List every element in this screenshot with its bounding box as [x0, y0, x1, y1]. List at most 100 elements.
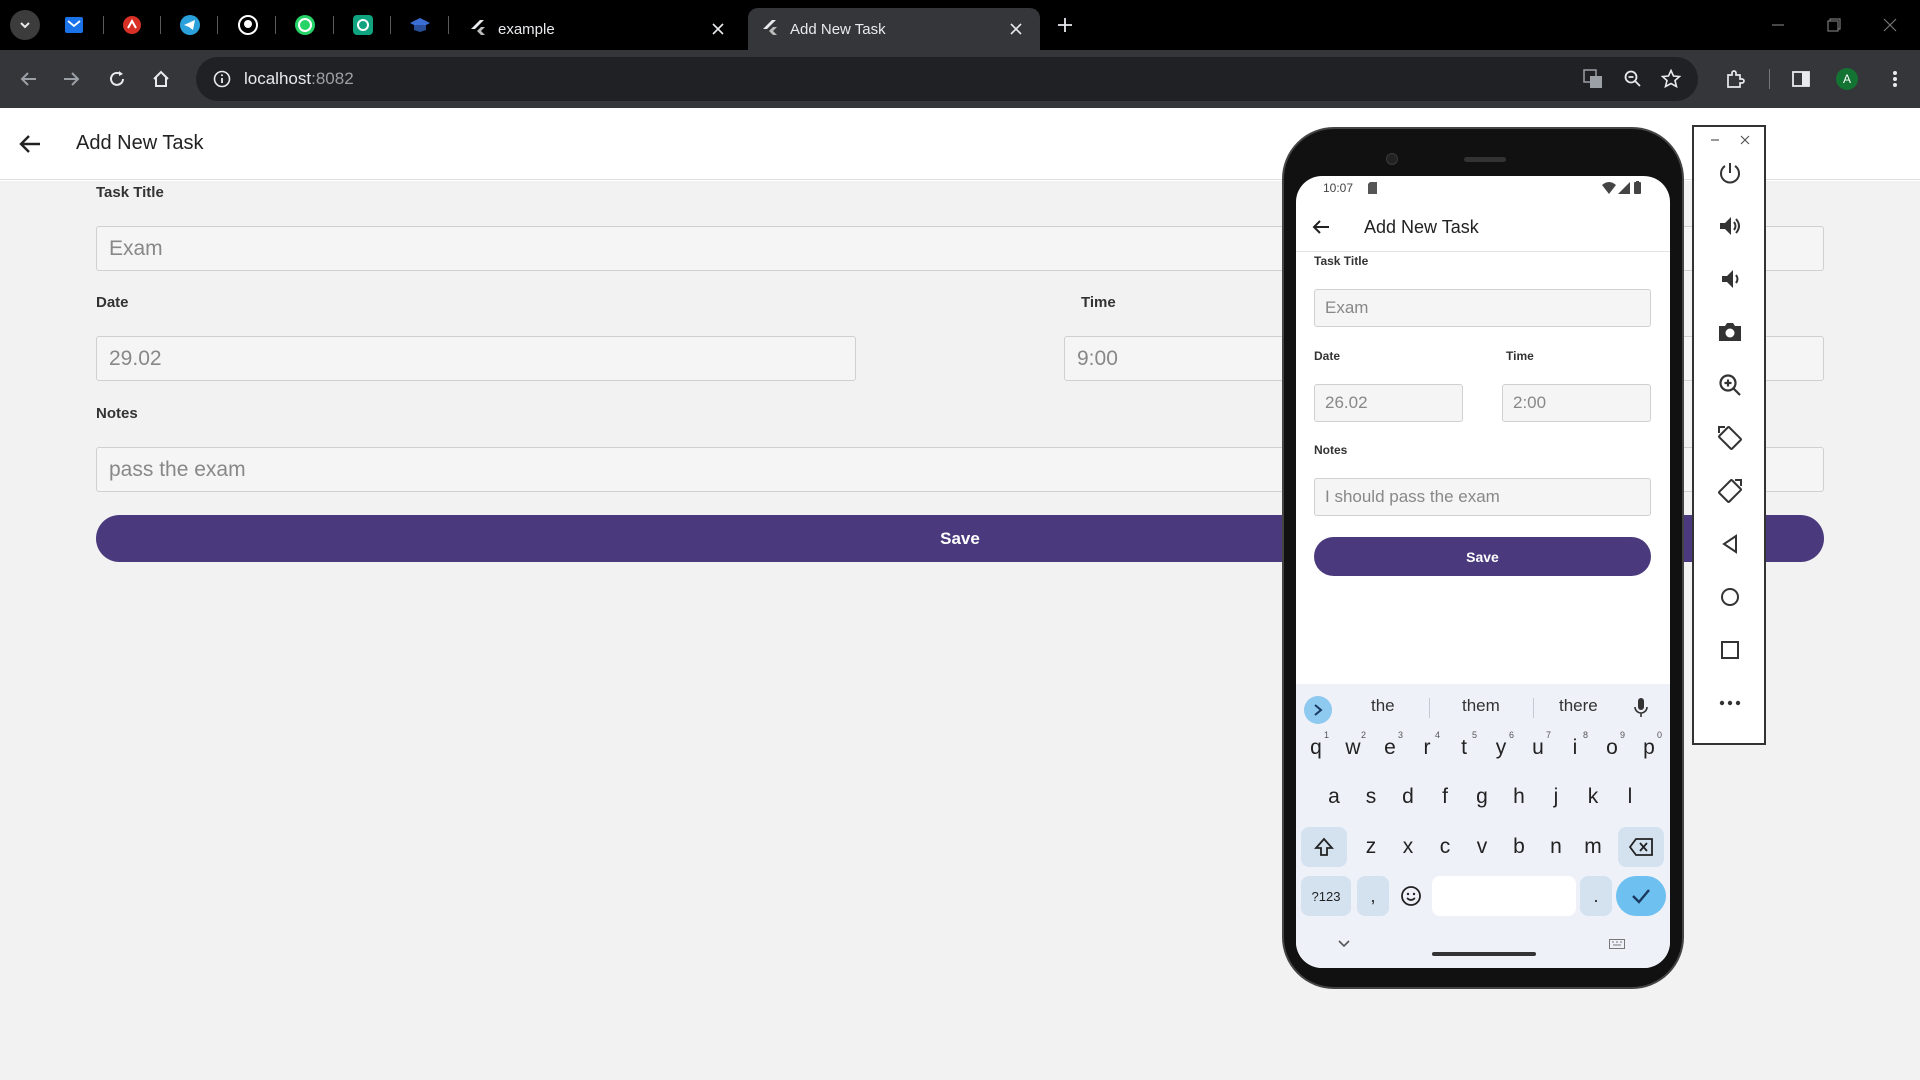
info-icon [213, 70, 231, 88]
key-j[interactable]: j [1541, 777, 1571, 817]
zoom-button[interactable] [1712, 367, 1748, 403]
key-s[interactable]: s [1356, 777, 1386, 817]
key-o[interactable]: o9 [1597, 728, 1627, 768]
key-x[interactable]: x [1393, 827, 1423, 867]
forward-button[interactable] [56, 64, 86, 94]
key-y[interactable]: y6 [1486, 728, 1516, 768]
site-info-button[interactable] [210, 67, 234, 91]
suggestion-there[interactable]: there [1559, 696, 1598, 716]
key-t[interactable]: t5 [1449, 728, 1479, 768]
home-button[interactable] [146, 64, 176, 94]
key-z[interactable]: z [1356, 827, 1386, 867]
address-bar[interactable]: localhost:8082 [196, 57, 1698, 101]
keyboard-switch-button[interactable] [1609, 939, 1625, 949]
whatsapp-icon [295, 15, 315, 35]
tab-search-button[interactable] [10, 10, 40, 40]
space-key[interactable] [1432, 876, 1576, 916]
comma-key[interactable]: , [1357, 876, 1389, 916]
key-i[interactable]: i8 [1560, 728, 1590, 768]
zoom-button[interactable] [1618, 64, 1648, 94]
hide-keyboard-button[interactable] [1338, 940, 1350, 948]
pinned-tab-github[interactable] [232, 10, 264, 40]
close-tab-button[interactable] [708, 19, 728, 39]
menu-button[interactable] [1880, 64, 1910, 94]
key-g[interactable]: g [1467, 777, 1497, 817]
phone-save-button[interactable]: Save [1314, 537, 1651, 576]
phone-date-input[interactable]: 26.02 [1314, 384, 1463, 422]
arrow-left-icon [1312, 220, 1329, 234]
keyboard-toolbar-button[interactable] [1304, 696, 1332, 724]
pinned-tab-app[interactable] [116, 10, 148, 40]
shift-key[interactable] [1301, 827, 1347, 867]
minimize-window-button[interactable] [1764, 12, 1792, 38]
phone-back-button[interactable] [1310, 216, 1332, 238]
key-b[interactable]: b [1504, 827, 1534, 867]
key-e[interactable]: e3 [1375, 728, 1405, 768]
notes-label: Notes [96, 405, 138, 422]
minimize-icon [1772, 24, 1784, 26]
enter-key[interactable] [1616, 876, 1666, 916]
close-tab-button[interactable] [1006, 19, 1026, 39]
key-w[interactable]: w2 [1338, 728, 1368, 768]
home-nav-button[interactable] [1712, 579, 1748, 615]
tab-example[interactable]: example [460, 8, 742, 50]
reload-button[interactable] [102, 64, 132, 94]
phone-notes-input[interactable]: I should pass the exam [1314, 478, 1651, 516]
key-v[interactable]: v [1467, 827, 1497, 867]
back-nav-button[interactable] [1712, 526, 1748, 562]
pinned-tab-chatgpt[interactable] [347, 10, 379, 40]
rotate-right-button[interactable] [1712, 473, 1748, 509]
volume-up-button[interactable] [1712, 208, 1748, 244]
key-n[interactable]: n [1541, 827, 1571, 867]
phone-time-input[interactable]: 2:00 [1502, 384, 1651, 422]
key-a[interactable]: a [1319, 777, 1349, 817]
date-input[interactable]: 29.02 [96, 336, 856, 381]
key-d[interactable]: d [1393, 777, 1423, 817]
key-q[interactable]: q1 [1301, 728, 1331, 768]
key-l[interactable]: l [1615, 777, 1645, 817]
new-tab-button[interactable] [1050, 10, 1080, 40]
bookmark-button[interactable] [1656, 64, 1686, 94]
close-window-button[interactable] [1876, 12, 1904, 38]
more-options-button[interactable] [1712, 685, 1748, 721]
emoji-key[interactable] [1394, 876, 1428, 916]
translate-button[interactable] [1578, 64, 1608, 94]
side-panel-button[interactable] [1786, 64, 1816, 94]
key-u[interactable]: u7 [1523, 728, 1553, 768]
voice-input-button[interactable] [1634, 698, 1648, 718]
chatgpt-icon [353, 15, 373, 35]
pinned-tab-telegram[interactable] [174, 10, 206, 40]
key-k[interactable]: k [1578, 777, 1608, 817]
key-f[interactable]: f [1430, 777, 1460, 817]
key-c[interactable]: c [1430, 827, 1460, 867]
pinned-tab-graduation[interactable] [404, 10, 436, 40]
pinned-tab-mail[interactable] [58, 10, 90, 40]
key-p[interactable]: p0 [1634, 728, 1664, 768]
backspace-key[interactable] [1618, 827, 1664, 867]
back-button[interactable] [14, 64, 44, 94]
gesture-handle[interactable] [1432, 952, 1536, 956]
key-m[interactable]: m [1578, 827, 1608, 867]
period-key[interactable]: . [1580, 876, 1612, 916]
suggestion-the[interactable]: the [1371, 696, 1395, 716]
suggestion-them[interactable]: them [1462, 696, 1500, 716]
zoom-out-icon [1624, 70, 1641, 87]
minimize-emulator-button[interactable] [1710, 135, 1720, 145]
volume-down-button[interactable] [1712, 261, 1748, 297]
profile-button[interactable]: A [1832, 64, 1862, 94]
tab-add-new-task[interactable]: Add New Task [748, 8, 1040, 50]
back-button[interactable] [16, 130, 44, 158]
close-emulator-button[interactable] [1740, 135, 1750, 145]
key-h[interactable]: h [1504, 777, 1534, 817]
key-r[interactable]: r4 [1412, 728, 1442, 768]
overview-nav-button[interactable] [1712, 632, 1748, 668]
screenshot-button[interactable] [1712, 314, 1748, 350]
phone-notes-label: Notes [1314, 443, 1348, 457]
symbols-key[interactable]: ?123 [1301, 876, 1351, 916]
restore-window-button[interactable] [1820, 12, 1848, 38]
rotate-left-button[interactable] [1712, 420, 1748, 456]
pinned-tab-whatsapp[interactable] [289, 10, 321, 40]
power-button[interactable] [1712, 155, 1748, 191]
extensions-button[interactable] [1720, 64, 1750, 94]
phone-task-title-input[interactable]: Exam [1314, 289, 1651, 327]
